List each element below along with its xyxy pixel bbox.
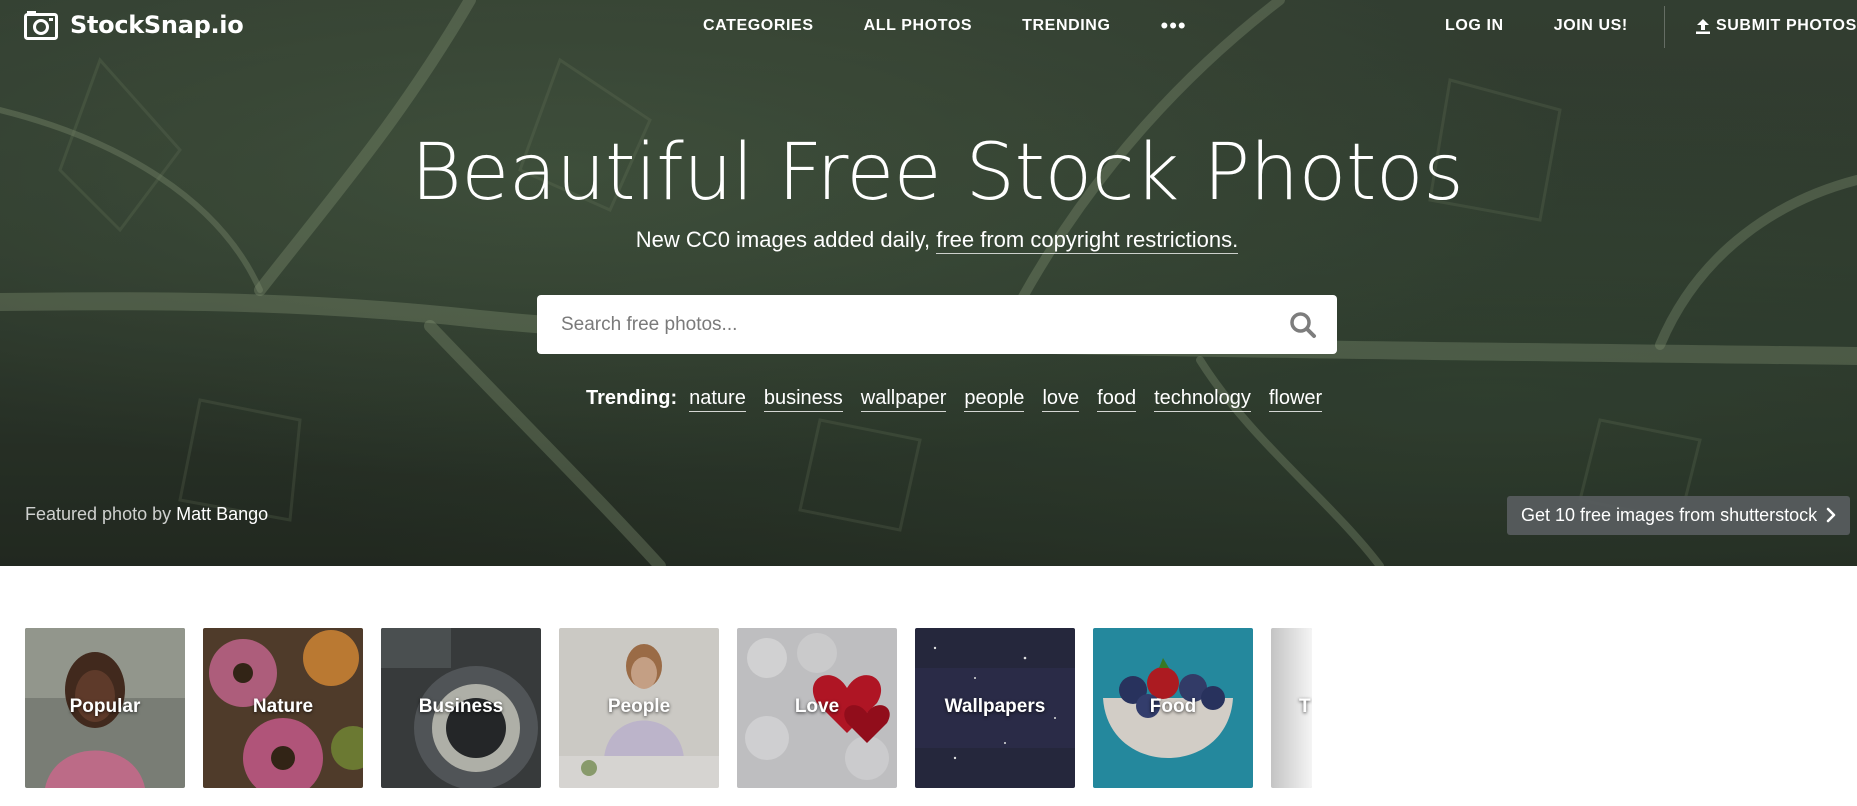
- trend-tag-technology[interactable]: technology: [1154, 387, 1251, 412]
- category-label: Love: [794, 696, 840, 717]
- login-link[interactable]: LOG IN: [1445, 17, 1504, 35]
- category-tile-business[interactable]: Business: [381, 628, 541, 788]
- trend-tag-flower[interactable]: flower: [1268, 387, 1323, 412]
- nav-all-photos[interactable]: ALL PHOTOS: [864, 17, 973, 35]
- category-label: Wallpapers: [944, 696, 1046, 717]
- nav-divider: [1664, 6, 1665, 48]
- main-nav: CATEGORIES ALL PHOTOS TRENDING •••: [703, 15, 1187, 37]
- trending-label: Trending:: [586, 387, 678, 409]
- hero-overlay: [0, 0, 1857, 566]
- category-label: People: [607, 696, 671, 717]
- upload-icon: [1696, 18, 1710, 34]
- category-tile-popular[interactable]: Popular: [25, 628, 185, 788]
- submit-photos-label: SUBMIT PHOTOS: [1716, 17, 1857, 34]
- nav-trending[interactable]: TRENDING: [1022, 17, 1110, 35]
- site-logo[interactable]: StockSnap.io: [24, 10, 244, 40]
- subtitle-text: New CC0 images added daily,: [635, 227, 937, 252]
- category-label: Food: [1149, 696, 1197, 717]
- featured-photo-credit: Featured photo by Matt Bango: [25, 504, 268, 525]
- brand-name: StockSnap.io: [70, 11, 244, 39]
- category-tile-nature[interactable]: Nature: [203, 628, 363, 788]
- search-bar: [537, 295, 1337, 354]
- trend-tag-business[interactable]: business: [763, 387, 843, 412]
- trend-tag-people[interactable]: people: [964, 387, 1025, 412]
- featured-author-link[interactable]: Matt Bango: [176, 504, 268, 524]
- category-tile-food[interactable]: Food: [1093, 628, 1253, 788]
- search-input[interactable]: [537, 295, 1267, 354]
- submit-photos-button[interactable]: SUBMIT PHOTOS: [1696, 17, 1857, 35]
- trending-tags: Trending: nature business wallpaper peop…: [586, 387, 1323, 412]
- account-nav: LOG IN JOIN US!: [1445, 17, 1628, 35]
- more-menu-icon[interactable]: •••: [1161, 15, 1187, 37]
- trend-tag-wallpaper[interactable]: wallpaper: [860, 387, 947, 412]
- hero-banner: [0, 0, 1857, 566]
- category-label: Business: [418, 696, 504, 717]
- nav-categories[interactable]: CATEGORIES: [703, 17, 814, 35]
- trend-tag-love[interactable]: love: [1042, 387, 1080, 412]
- category-tile-partial[interactable]: T: [1271, 628, 1312, 788]
- promo-label: Get 10 free images from shutterstock: [1521, 505, 1818, 525]
- category-strip: Popular Nature Business People Love Wall…: [25, 628, 1312, 788]
- featured-prefix: Featured photo by: [25, 504, 177, 524]
- join-link[interactable]: JOIN US!: [1554, 17, 1628, 35]
- trend-tag-food[interactable]: food: [1097, 387, 1137, 412]
- category-tile-wallpapers[interactable]: Wallpapers: [915, 628, 1075, 788]
- trend-tag-nature[interactable]: nature: [689, 387, 746, 412]
- page-title: Beautiful Free Stock Photos: [410, 128, 1464, 218]
- camera-icon: [24, 11, 58, 40]
- search-icon[interactable]: [1289, 311, 1317, 339]
- category-label: Popular: [69, 696, 141, 717]
- shutterstock-promo-button[interactable]: Get 10 free images from shutterstock: [1507, 496, 1850, 535]
- category-label: T: [1299, 696, 1311, 717]
- chevron-right-icon: [1826, 507, 1836, 523]
- hero-subtitle: New CC0 images added daily, free from co…: [0, 227, 1857, 254]
- category-tile-love[interactable]: Love: [737, 628, 897, 788]
- category-label: Nature: [252, 696, 314, 717]
- category-tile-people[interactable]: People: [559, 628, 719, 788]
- copyright-link[interactable]: free from copyright restrictions.: [936, 227, 1239, 254]
- top-navigation: StockSnap.io CATEGORIES ALL PHOTOS TREND…: [0, 0, 1857, 56]
